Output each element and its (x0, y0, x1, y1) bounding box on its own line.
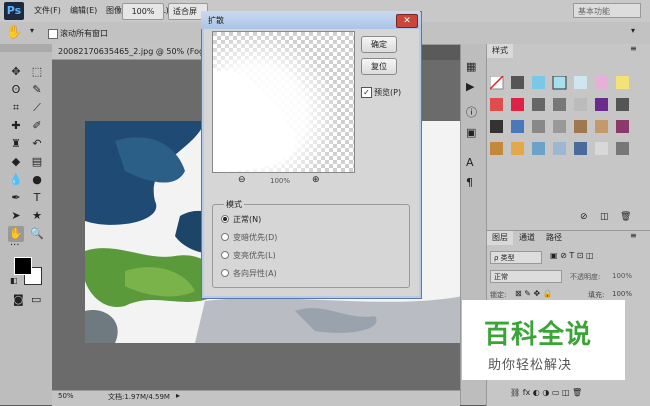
layers-tab[interactable]: 图层 (487, 231, 513, 245)
eraser-tool-icon[interactable]: ◆ (8, 154, 24, 170)
opacity-label: 不透明度: (570, 273, 601, 281)
quick-select-tool-icon[interactable]: ✎ (29, 82, 45, 98)
mode-lighten-label: 变亮优先(L) (233, 251, 276, 260)
dialog-title: 扩散 (208, 16, 224, 25)
preview-zoom-percent: 100% (270, 177, 291, 185)
photoshop-logo-icon: Ps (4, 2, 24, 20)
mode-normal-radio-dot (223, 217, 227, 221)
hand-tool-icon: ✋ (6, 25, 23, 40)
crop-tool-icon[interactable]: ⌗ (8, 100, 24, 116)
styles-swatches (489, 75, 629, 155)
mode-lighten-radio[interactable] (221, 251, 229, 259)
tools-panel (0, 44, 53, 405)
brush-tool-icon[interactable]: ✐ (29, 118, 45, 134)
gradient-tool-icon[interactable]: ▤ (29, 154, 45, 170)
mode-darken-radio[interactable] (221, 233, 229, 241)
status-doc-size: 文档:1.97M/4.59M (108, 393, 170, 401)
mode-normal-label: 正常(N) (233, 215, 262, 224)
document-tab[interactable]: 20082170635465_2.jpg @ 50% (Fog, R (52, 44, 202, 60)
zoom-tool-icon[interactable]: 🔍 (29, 226, 45, 242)
styles-tab[interactable]: 样式 (487, 44, 513, 58)
preview-checkbox[interactable]: ✓ (361, 87, 372, 98)
mode-anisotropic-radio[interactable] (221, 269, 229, 277)
properties-panel-icon[interactable]: ▣ (466, 126, 476, 139)
workspace-select[interactable]: 基本功能 (573, 3, 641, 18)
workspace-chevron-icon[interactable]: ▾ (631, 26, 635, 35)
default-colors-icon[interactable]: ◧ (10, 276, 18, 285)
history-brush-tool-icon[interactable]: ↶ (29, 136, 45, 152)
fill-label: 填充: (588, 291, 605, 299)
mode-darken-label: 变暗优先(D) (233, 233, 278, 242)
layers-footer-icons[interactable]: ⛓ fx ◐ ◑ ▭ ◫ 🗑 (510, 388, 582, 397)
scroll-all-label: 滚动所有窗口 (60, 29, 108, 38)
history-panel-icon[interactable]: ▦ (466, 60, 476, 73)
clone-stamp-tool-icon[interactable]: ♜ (8, 136, 24, 152)
styles-panel-menu-icon[interactable]: ≡ (630, 44, 637, 53)
reset-button[interactable]: 复位 (361, 58, 397, 75)
tool-preset-chevron-icon[interactable]: ▾ (30, 26, 34, 35)
shape-tool-icon[interactable]: ★ (29, 208, 45, 224)
character-panel-icon[interactable]: A (466, 156, 474, 169)
watermark-subtitle: 助你轻松解决 (488, 358, 573, 373)
type-tool-icon[interactable]: T (29, 190, 45, 206)
dialog-close-button[interactable]: ✕ (396, 14, 418, 28)
paths-tab[interactable]: 路径 (541, 231, 567, 245)
zoom-out-icon[interactable]: ⊖ (238, 175, 246, 185)
layer-kind-filter[interactable]: ρ 类型 (490, 251, 542, 264)
zoom-in-icon[interactable]: ⊕ (312, 175, 320, 185)
blur-tool-icon[interactable]: 💧 (8, 172, 24, 188)
scroll-all-checkbox[interactable] (48, 29, 58, 39)
status-zoom[interactable]: 50% (58, 392, 74, 400)
actions-panel-icon[interactable]: ▶ (466, 80, 474, 93)
path-select-tool-icon[interactable]: ➤ (8, 208, 24, 224)
preview-content (213, 32, 354, 172)
status-arrow-icon[interactable]: ▸ (176, 391, 180, 400)
filter-preview[interactable] (212, 31, 355, 173)
blend-mode-select[interactable]: 正常 (490, 270, 562, 283)
filter-pixel-icon[interactable]: ▣ ⊘ T ⊡ ◫ (550, 251, 594, 260)
channels-tab[interactable]: 通道 (514, 231, 540, 245)
ok-button[interactable]: 确定 (361, 36, 397, 53)
dodge-tool-icon[interactable]: ● (29, 172, 45, 188)
tools-panel-header (0, 44, 52, 52)
lock-label: 锁定: (490, 291, 507, 299)
screen-mode-icon[interactable]: ▭ (31, 293, 41, 306)
paragraph-panel-icon[interactable]: ¶ (466, 176, 473, 189)
clear-style-icon[interactable]: ⊘ (580, 212, 588, 222)
new-style-icon[interactable]: ◫ (600, 212, 609, 222)
preview-label: 预览(P) (374, 88, 402, 97)
healing-brush-tool-icon[interactable]: ✚ (8, 118, 24, 134)
foreground-color-front[interactable] (14, 257, 32, 275)
opacity-value[interactable]: 100% (612, 272, 632, 280)
quick-mask-icon[interactable]: ◙ (13, 293, 24, 306)
eyedropper-tool-icon[interactable]: ⟋ (29, 100, 45, 116)
menu-file[interactable]: 文件(F) (34, 5, 61, 16)
zoom-100-button[interactable]: 100% (122, 3, 164, 20)
info-panel-icon[interactable]: ⓘ (466, 104, 477, 120)
mode-anisotropic-label: 各向异性(A) (233, 269, 277, 278)
marquee-tool-icon[interactable]: ⬚ (29, 64, 45, 80)
layers-panel-menu-icon[interactable]: ≡ (630, 231, 637, 240)
fill-value[interactable]: 100% (612, 290, 632, 298)
menu-edit[interactable]: 编辑(E) (70, 5, 97, 16)
styles-swatch-grid (489, 75, 640, 158)
watermark-title: 百科全说 (484, 320, 593, 350)
lasso-tool-icon[interactable]: ʘ (8, 82, 24, 98)
mode-group-title: 模式 (224, 199, 244, 210)
more-tools-icon[interactable]: ··· (10, 240, 20, 251)
pen-tool-icon[interactable]: ✒ (8, 190, 24, 206)
move-tool-icon[interactable]: ✥ (8, 64, 24, 80)
dialog-titlebar[interactable] (201, 11, 420, 29)
delete-style-icon[interactable]: 🗑 (620, 212, 631, 222)
lock-icons[interactable]: ⊠ ✎ ✥ 🔒 (515, 289, 553, 298)
